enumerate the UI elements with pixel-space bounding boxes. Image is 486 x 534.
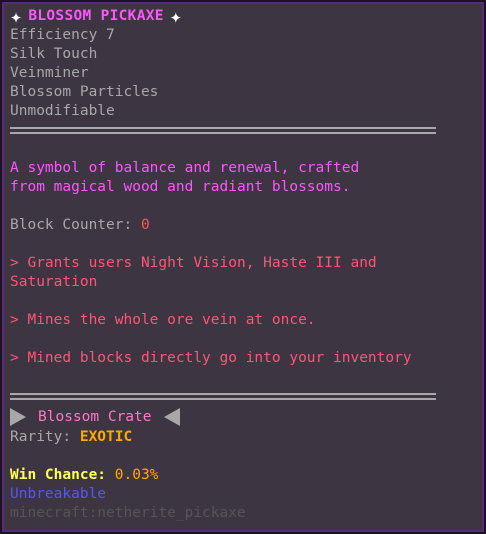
item-title: BLOSSOM PICKAXE bbox=[28, 8, 164, 24]
description-line-2: from magical wood and radiant blossoms. bbox=[10, 179, 351, 195]
perk-veinmine: > Mines the whole ore vein at once. bbox=[10, 312, 316, 328]
unbreakable-tag: Unbreakable bbox=[10, 486, 107, 502]
divider-top bbox=[10, 127, 436, 134]
enchantment-silk-touch: Silk Touch bbox=[10, 46, 98, 62]
perk-night-vision-cont: Saturation bbox=[10, 274, 98, 290]
block-counter-value: 0 bbox=[140, 217, 150, 233]
triangle-right-icon bbox=[10, 408, 26, 426]
block-counter: Block Counter: 0 bbox=[10, 216, 476, 235]
block-counter-label: Block Counter: bbox=[10, 217, 141, 233]
enchantment-blossom-particles: Blossom Particles bbox=[10, 84, 159, 100]
rarity-row: Rarity: EXOTIC bbox=[10, 428, 476, 447]
rarity-label: Rarity: bbox=[10, 429, 80, 445]
crate-name: Blossom Crate bbox=[38, 408, 152, 425]
item-tooltip: ✦ BLOSSOM PICKAXE ✦ Efficiency 7 Silk To… bbox=[0, 0, 486, 534]
triangle-left-icon bbox=[163, 408, 180, 426]
perk-night-vision: > Grants users Night Vision, Haste III a… bbox=[10, 255, 377, 271]
divider-bottom bbox=[10, 393, 436, 400]
item-id: minecraft:netherite_pickaxe bbox=[10, 505, 246, 521]
perk-auto-pickup: > Mined blocks directly go into your inv… bbox=[10, 350, 412, 366]
enchantment-unmodifiable: Unmodifiable bbox=[10, 103, 115, 119]
win-chance-value: 0.03% bbox=[114, 467, 159, 483]
description-line-1: A symbol of balance and renewal, crafted bbox=[10, 160, 360, 176]
win-chance-label: Win Chance: bbox=[10, 467, 115, 483]
sparkle-icon: ✦ bbox=[169, 4, 183, 28]
win-chance-row: Win Chance: 0.03% bbox=[10, 466, 476, 485]
crate-row: Blossom Crate bbox=[10, 406, 476, 428]
item-title-row: ✦ BLOSSOM PICKAXE ✦ bbox=[10, 4, 476, 28]
rarity-value: EXOTIC bbox=[79, 429, 133, 445]
sparkle-icon: ✦ bbox=[10, 4, 23, 28]
enchantment-efficiency: Efficiency 7 bbox=[10, 27, 115, 43]
enchantment-veinminer: Veinminer bbox=[10, 65, 89, 81]
